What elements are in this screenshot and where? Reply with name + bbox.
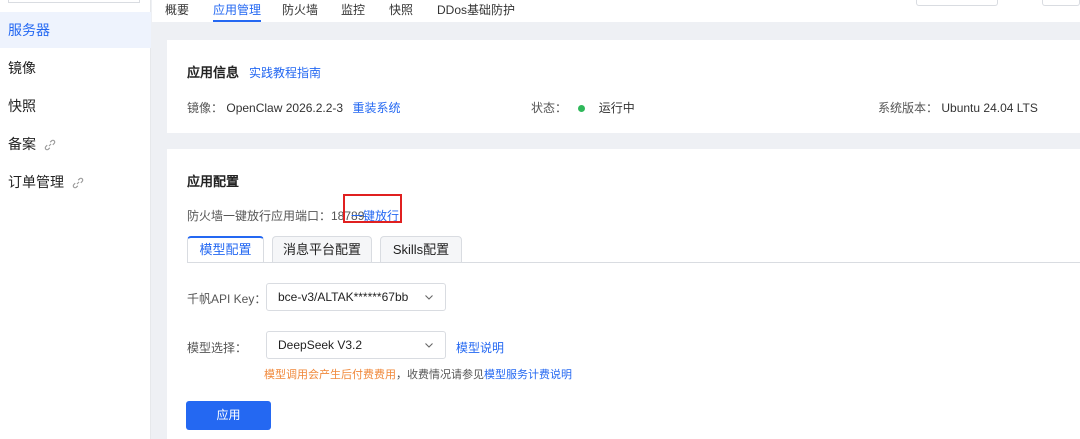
api-key-value: bce-v3/ALTAK******67bb	[278, 290, 409, 304]
status-dot-icon	[578, 105, 586, 113]
billing-text: ，收费情况请参见	[396, 369, 484, 381]
app-info-card: 应用信息 实践教程指南 镜像： OpenClaw 2026.2.2-3 重装系统…	[167, 40, 1080, 133]
status-info: 状态： 运行中	[531, 99, 635, 116]
model-select-label: 模型选择：	[187, 341, 248, 355]
tab-ddos[interactable]: DDos基础防护	[437, 2, 515, 18]
billing-warning-text: 模型调用会产生后付费费用	[264, 369, 396, 381]
model-help-link[interactable]: 模型说明	[456, 339, 504, 356]
image-label: 镜像：	[187, 101, 224, 115]
app-config-title: 应用配置	[187, 174, 240, 189]
tab-snapshot[interactable]: 快照	[389, 2, 413, 18]
model-value: DeepSeek V3.2	[278, 338, 363, 352]
tab-model-config[interactable]: 模型配置	[187, 236, 264, 263]
sidebar: 服务器 镜像 快照 备案 订单管理	[0, 0, 151, 439]
header-action-button[interactable]	[1042, 0, 1080, 6]
top-tab-bar: 概要 应用管理 防火墙 监控 快照 DDos基础防护	[152, 0, 1080, 22]
highlight-box	[343, 194, 402, 223]
tab-message-platform-config[interactable]: 消息平台配置	[272, 236, 372, 262]
billing-notice: 模型调用会产生后付费费用，收费情况请参见模型服务计费说明	[264, 366, 572, 382]
tab-firewall[interactable]: 防火墙	[282, 2, 318, 18]
tab-divider	[187, 262, 1080, 263]
sidebar-item-filing[interactable]: 备案	[0, 126, 151, 162]
sidebar-item-label: 备案	[8, 136, 36, 152]
link-icon	[72, 178, 84, 189]
chevron-down-icon	[425, 343, 433, 348]
status-value: 运行中	[598, 101, 635, 115]
tutorial-guide-link[interactable]: 实践教程指南	[249, 64, 321, 81]
tab-overview[interactable]: 概要	[165, 2, 189, 18]
tab-monitor[interactable]: 监控	[341, 2, 365, 18]
os-version-info: 系统版本： Ubuntu 24.04 LTS	[878, 99, 1038, 116]
sidebar-item-label: 订单管理	[8, 174, 64, 190]
sidebar-item-label: 镜像	[8, 60, 36, 76]
sidebar-search-box-edge[interactable]	[8, 0, 140, 3]
header-action-button[interactable]	[916, 0, 998, 6]
os-version-value: Ubuntu 24.04 LTS	[941, 101, 1038, 115]
os-version-label: 系统版本：	[878, 101, 939, 115]
app-config-card: 应用配置 防火墙一键放行应用端口：18789 一键放行 模型配置 消息平台配置 …	[167, 149, 1080, 439]
apply-button[interactable]: 应用	[186, 401, 271, 430]
sidebar-item-snapshots[interactable]: 快照	[0, 88, 151, 124]
reinstall-system-link[interactable]: 重装系统	[352, 101, 400, 115]
image-value: OpenClaw 2026.2.2-3	[226, 101, 344, 115]
status-label: 状态：	[531, 101, 568, 115]
app-info-title: 应用信息	[187, 65, 240, 80]
tab-app-management[interactable]: 应用管理	[213, 2, 262, 22]
chevron-down-icon	[425, 295, 433, 300]
sidebar-item-orders[interactable]: 订单管理	[0, 164, 151, 200]
api-key-select[interactable]: bce-v3/ALTAK******67bb	[266, 283, 446, 311]
sidebar-item-images[interactable]: 镜像	[0, 50, 151, 86]
image-info: 镜像： OpenClaw 2026.2.2-3 重装系统	[187, 99, 400, 116]
model-select[interactable]: DeepSeek V3.2	[266, 331, 446, 359]
link-icon	[44, 140, 56, 151]
api-key-label: 千帆API Key：	[187, 292, 267, 306]
billing-doc-link[interactable]: 模型服务计费说明	[484, 369, 572, 381]
sidebar-item-label: 服务器	[8, 22, 50, 38]
tab-skills-config[interactable]: Skills配置	[380, 236, 462, 262]
sidebar-item-label: 快照	[8, 98, 36, 114]
sidebar-item-servers[interactable]: 服务器	[0, 12, 151, 48]
firewall-port-text: 防火墙一键放行应用端口：18789	[187, 209, 365, 223]
